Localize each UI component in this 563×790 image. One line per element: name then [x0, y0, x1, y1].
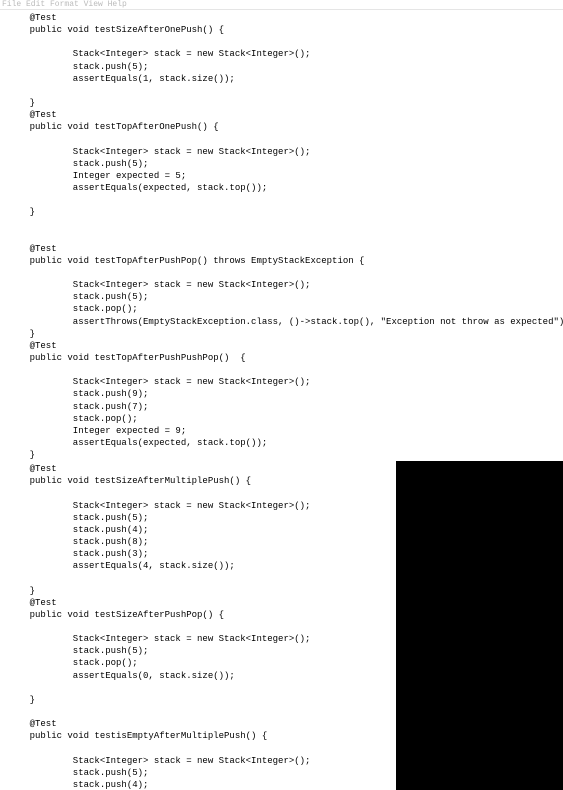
lower-pane-wrap: @Test public void testSizeAfterMultipleP… [0, 461, 563, 790]
code-block-lower: @Test public void testSizeAfterMultipleP… [0, 461, 396, 790]
menu-bar-text: File Edit Format View Help [2, 0, 127, 9]
menu-bar: File Edit Format View Help [0, 0, 563, 10]
code-block-upper: @Test public void testSizeAfterOnePush()… [0, 10, 563, 461]
code-editor-screenshot: File Edit Format View Help @Test public … [0, 0, 563, 790]
lower-code-pane: @Test public void testSizeAfterMultipleP… [0, 461, 396, 790]
black-side-pane [396, 461, 563, 790]
upper-code-pane: @Test public void testSizeAfterOnePush()… [0, 10, 563, 461]
